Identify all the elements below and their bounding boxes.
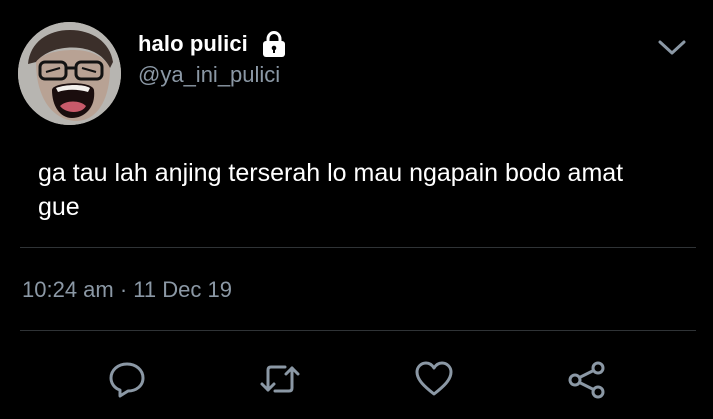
reply-icon: [109, 362, 145, 398]
chevron-down-icon[interactable]: [655, 36, 689, 60]
like-button[interactable]: [410, 355, 458, 403]
tweet-actions: [0, 355, 713, 405]
heart-icon: [415, 361, 453, 396]
reply-button[interactable]: [103, 355, 151, 403]
tweet-detail: halo pulici @ya_ini_pulici ga tau lah an…: [0, 0, 713, 419]
avatar[interactable]: [18, 22, 121, 125]
user-handle[interactable]: @ya_ini_pulici: [138, 62, 280, 88]
tweet-timestamp[interactable]: 10:24 am · 11 Dec 19: [22, 277, 232, 303]
lock-icon: [259, 29, 289, 59]
divider: [20, 247, 696, 248]
display-name[interactable]: halo pulici: [138, 31, 248, 57]
display-name-row: halo pulici: [138, 27, 289, 61]
retweet-button[interactable]: [256, 355, 304, 403]
share-icon: [568, 361, 605, 399]
retweet-icon: [260, 365, 300, 393]
avatar-image: [18, 22, 121, 125]
share-button[interactable]: [563, 355, 611, 403]
tweet-text: ga tau lah anjing terserah lo mau ngapai…: [38, 159, 624, 221]
divider: [20, 330, 696, 331]
